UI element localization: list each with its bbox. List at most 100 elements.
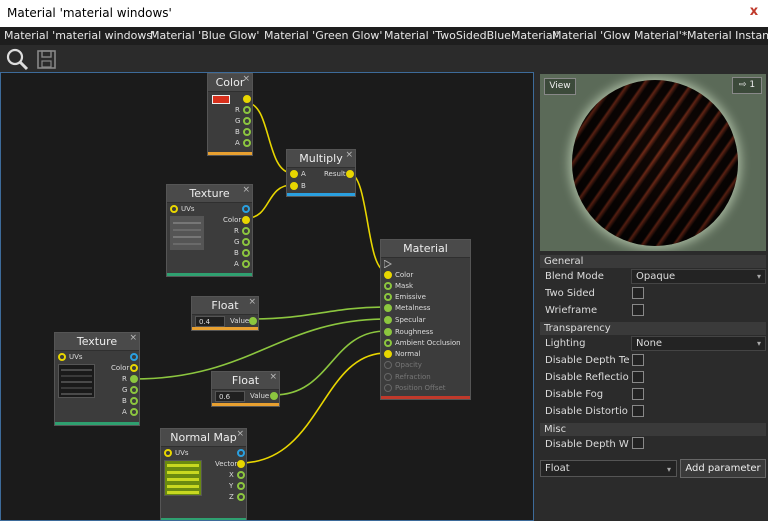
- node-normal-map[interactable]: Normal Map × UVs Vector X Y Z: [160, 426, 247, 520]
- play-arrow-icon: [384, 260, 392, 268]
- port-output[interactable]: [243, 139, 251, 147]
- disable-distortion-checkbox[interactable]: [632, 405, 644, 417]
- disable-reflections-label: Disable Reflectio: [545, 372, 629, 383]
- section-misc[interactable]: Misc: [540, 423, 766, 436]
- node-close-icon[interactable]: ×: [236, 426, 244, 443]
- port-input[interactable]: [384, 328, 392, 336]
- port-output[interactable]: [237, 449, 245, 457]
- node-texture-2[interactable]: Texture × UVs Color R G B A: [54, 332, 140, 426]
- node-texture-1[interactable]: Texture × UVs Color R G B A: [166, 184, 253, 277]
- tab-green-glow[interactable]: Material 'Green Glow': [264, 29, 382, 42]
- port-input[interactable]: [164, 449, 172, 457]
- material-preview[interactable]: View ⇨ 1: [540, 74, 766, 251]
- node-close-icon[interactable]: ×: [242, 73, 250, 88]
- port-input[interactable]: [290, 170, 298, 178]
- disable-depth-write-checkbox[interactable]: [632, 437, 644, 449]
- texture-thumbnail[interactable]: [164, 460, 202, 496]
- float-value-input[interactable]: 0.6: [215, 391, 245, 402]
- node-close-icon[interactable]: ×: [345, 147, 353, 164]
- lighting-select[interactable]: None ▾: [631, 336, 766, 351]
- port-output[interactable]: [130, 375, 138, 383]
- preview-pin-button[interactable]: ⇨ 1: [732, 77, 762, 94]
- node-footer: [381, 396, 470, 399]
- texture-thumbnail[interactable]: [58, 364, 95, 398]
- port-input[interactable]: [290, 182, 298, 190]
- view-button[interactable]: View: [544, 78, 576, 95]
- port-output[interactable]: [243, 106, 251, 114]
- color-swatch[interactable]: [212, 95, 230, 104]
- node-close-icon[interactable]: ×: [129, 330, 137, 347]
- port-output[interactable]: [237, 460, 245, 468]
- magnifier-icon[interactable]: [4, 47, 30, 71]
- port-output[interactable]: [130, 397, 138, 405]
- disable-depth-test-checkbox[interactable]: [632, 354, 644, 366]
- tab-material-instance[interactable]: Material Instance ': [687, 29, 768, 42]
- add-parameter-button[interactable]: Add parameter: [680, 459, 766, 478]
- node-color[interactable]: Color × R G B A: [207, 73, 253, 156]
- disable-fog-checkbox[interactable]: [632, 388, 644, 400]
- port-output[interactable]: [237, 482, 245, 490]
- port-input[interactable]: [384, 293, 392, 301]
- floppy-disk-icon[interactable]: [34, 47, 60, 71]
- port-input[interactable]: [384, 339, 392, 347]
- section-general[interactable]: General: [540, 255, 766, 268]
- port-output[interactable]: [242, 205, 250, 213]
- port-label: Value: [250, 392, 270, 400]
- close-icon[interactable]: x: [746, 4, 762, 20]
- port-output[interactable]: [130, 364, 138, 372]
- port-input[interactable]: [384, 373, 392, 381]
- port-output[interactable]: [270, 392, 278, 400]
- port-output[interactable]: [130, 386, 138, 394]
- port-output[interactable]: [242, 216, 250, 224]
- port-output[interactable]: [237, 493, 245, 501]
- port-input[interactable]: [58, 353, 66, 361]
- port-output[interactable]: [249, 317, 257, 325]
- node-float-1[interactable]: Float × 0.4 Value: [191, 296, 259, 331]
- tab-two-sided-blue[interactable]: Material 'TwoSidedBlueMaterial': [384, 29, 559, 42]
- node-material[interactable]: Material Color Mask Emissive Metalness S…: [380, 239, 471, 400]
- port-output[interactable]: [237, 471, 245, 479]
- port-input[interactable]: [384, 271, 392, 279]
- port-input[interactable]: [384, 282, 392, 290]
- port-label: Emissive: [395, 293, 426, 301]
- wireframe-checkbox[interactable]: [632, 304, 644, 316]
- node-close-icon[interactable]: ×: [248, 294, 256, 311]
- float-value-input[interactable]: 0.4: [195, 316, 225, 327]
- port-output[interactable]: [243, 117, 251, 125]
- port-output[interactable]: [130, 353, 138, 361]
- window-titlebar: Material 'material windows' x: [0, 0, 768, 27]
- port-output[interactable]: [346, 170, 354, 178]
- port-input[interactable]: [384, 384, 392, 392]
- parameter-type-select[interactable]: Float ▾: [540, 460, 677, 477]
- port-label: A: [122, 408, 127, 416]
- port-output[interactable]: [242, 260, 250, 268]
- disable-fog-label: Disable Fog: [545, 389, 604, 400]
- node-multiply[interactable]: Multiply × A B Result: [286, 149, 356, 197]
- port-output[interactable]: [242, 238, 250, 246]
- port-input[interactable]: [170, 205, 178, 213]
- port-input[interactable]: [384, 361, 392, 369]
- node-float-2[interactable]: Float × 0.6 Value: [211, 371, 280, 407]
- section-transparency[interactable]: Transparency: [540, 322, 766, 335]
- node-close-icon[interactable]: ×: [269, 369, 277, 386]
- disable-reflections-checkbox[interactable]: [632, 371, 644, 383]
- tab-glow-material[interactable]: Material 'Glow Material'*: [552, 29, 687, 42]
- tab-blue-glow[interactable]: Material 'Blue Glow': [150, 29, 259, 42]
- port-output[interactable]: [242, 227, 250, 235]
- node-footer: [208, 152, 252, 155]
- texture-thumbnail[interactable]: [170, 216, 204, 250]
- port-output[interactable]: [243, 95, 251, 103]
- tab-material-windows[interactable]: Material 'material windows': [4, 29, 155, 42]
- blend-mode-select[interactable]: Opaque ▾: [631, 269, 766, 284]
- node-footer: [212, 403, 279, 406]
- node-close-icon[interactable]: ×: [242, 182, 250, 199]
- port-output[interactable]: [243, 128, 251, 136]
- port-label: A: [234, 260, 239, 268]
- port-output[interactable]: [242, 249, 250, 257]
- port-input[interactable]: [384, 304, 392, 312]
- two-sided-checkbox[interactable]: [632, 287, 644, 299]
- port-input[interactable]: [384, 316, 392, 324]
- port-input[interactable]: [384, 350, 392, 358]
- node-graph-canvas[interactable]: Color × R G B A Multiply × A B Result Text…: [0, 72, 534, 521]
- port-output[interactable]: [130, 408, 138, 416]
